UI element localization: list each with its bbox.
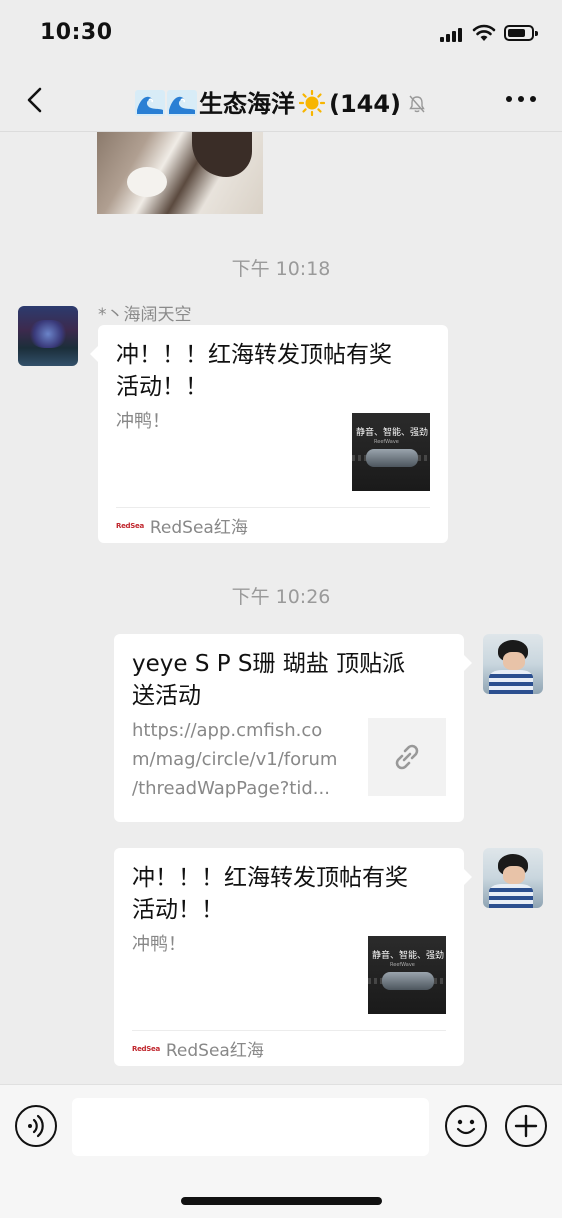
redsea-logo-icon: RedSea bbox=[116, 521, 144, 530]
shared-card-message[interactable]: 冲！！！红海转发顶帖有奖 活动！！ 冲鸭！ 静音、智能、强劲 ReefWave … bbox=[90, 325, 448, 543]
plus-icon bbox=[514, 1114, 538, 1138]
muted-bell-icon bbox=[409, 95, 425, 113]
avatar[interactable] bbox=[18, 306, 78, 366]
wave-emoji-icon bbox=[134, 90, 165, 116]
card-title: 冲！！！红海转发顶帖有奖 活动！！ bbox=[132, 865, 408, 923]
cat-photo-image[interactable] bbox=[97, 132, 263, 214]
link-title: yeye S P S珊 瑚盐 顶贴派 送活动 bbox=[132, 651, 406, 709]
shared-card-message[interactable]: 冲！！！红海转发顶帖有奖 活动！！ 冲鸭！ 静音、智能、强劲 ReefWave … bbox=[114, 848, 472, 1066]
voice-icon bbox=[28, 1114, 44, 1138]
sun-emoji-icon bbox=[298, 90, 325, 116]
emoji-icon bbox=[456, 1119, 476, 1135]
chat-message-list[interactable]: 下午 10:18 *丶海阔天空 冲！！！红海转发顶帖有奖 活动！！ 冲鸭！ 静音… bbox=[0, 132, 562, 1084]
card-title: 冲！！！红海转发顶帖有奖 活动！！ bbox=[116, 342, 392, 400]
card-source: RedSea RedSea红海 bbox=[116, 518, 248, 538]
shared-link-message[interactable]: yeye S P S珊 瑚盐 顶贴派 送活动 https://app.cmfis… bbox=[114, 634, 472, 822]
sender-name: *丶海阔天空 bbox=[98, 305, 192, 325]
chat-title-name: 生态海洋 bbox=[198, 90, 295, 118]
redsea-logo-icon: RedSea bbox=[132, 1044, 160, 1053]
home-indicator[interactable] bbox=[181, 1197, 382, 1205]
cellular-signal-icon bbox=[440, 28, 462, 42]
card-thumbnail: 静音、智能、强劲 ReefWave bbox=[368, 936, 446, 1014]
timestamp: 下午 10:26 bbox=[231, 586, 331, 608]
link-thumbnail bbox=[368, 718, 446, 796]
timestamp: 下午 10:18 bbox=[231, 258, 331, 280]
wifi-icon bbox=[472, 24, 496, 41]
more-dots-icon[interactable] bbox=[506, 96, 536, 102]
message-input[interactable] bbox=[72, 1098, 429, 1156]
divider bbox=[116, 507, 430, 508]
wave-emoji-icon bbox=[166, 90, 197, 116]
card-description: 冲鸭！ bbox=[132, 934, 186, 955]
chat-header: 生态海洋 (144) bbox=[0, 70, 562, 132]
member-count: (144) bbox=[328, 90, 402, 118]
card-thumbnail: 静音、智能、强劲 ReefWave bbox=[352, 413, 430, 491]
status-bar: 10:30 bbox=[0, 0, 562, 70]
status-time: 10:30 bbox=[40, 20, 113, 45]
card-description: 冲鸭！ bbox=[116, 411, 170, 432]
emoji-button[interactable] bbox=[445, 1105, 487, 1147]
avatar[interactable] bbox=[483, 634, 543, 694]
card-source: RedSea RedSea红海 bbox=[132, 1041, 264, 1061]
battery-icon bbox=[504, 25, 538, 41]
chat-title[interactable]: 生态海洋 (144) bbox=[0, 84, 562, 119]
divider bbox=[132, 1030, 446, 1031]
voice-button[interactable] bbox=[15, 1105, 57, 1147]
plus-button[interactable] bbox=[505, 1105, 547, 1147]
link-url: https://app.cmfish.co m/mag/circle/v1/fo… bbox=[132, 720, 338, 799]
link-icon bbox=[395, 744, 419, 770]
avatar[interactable] bbox=[483, 848, 543, 908]
